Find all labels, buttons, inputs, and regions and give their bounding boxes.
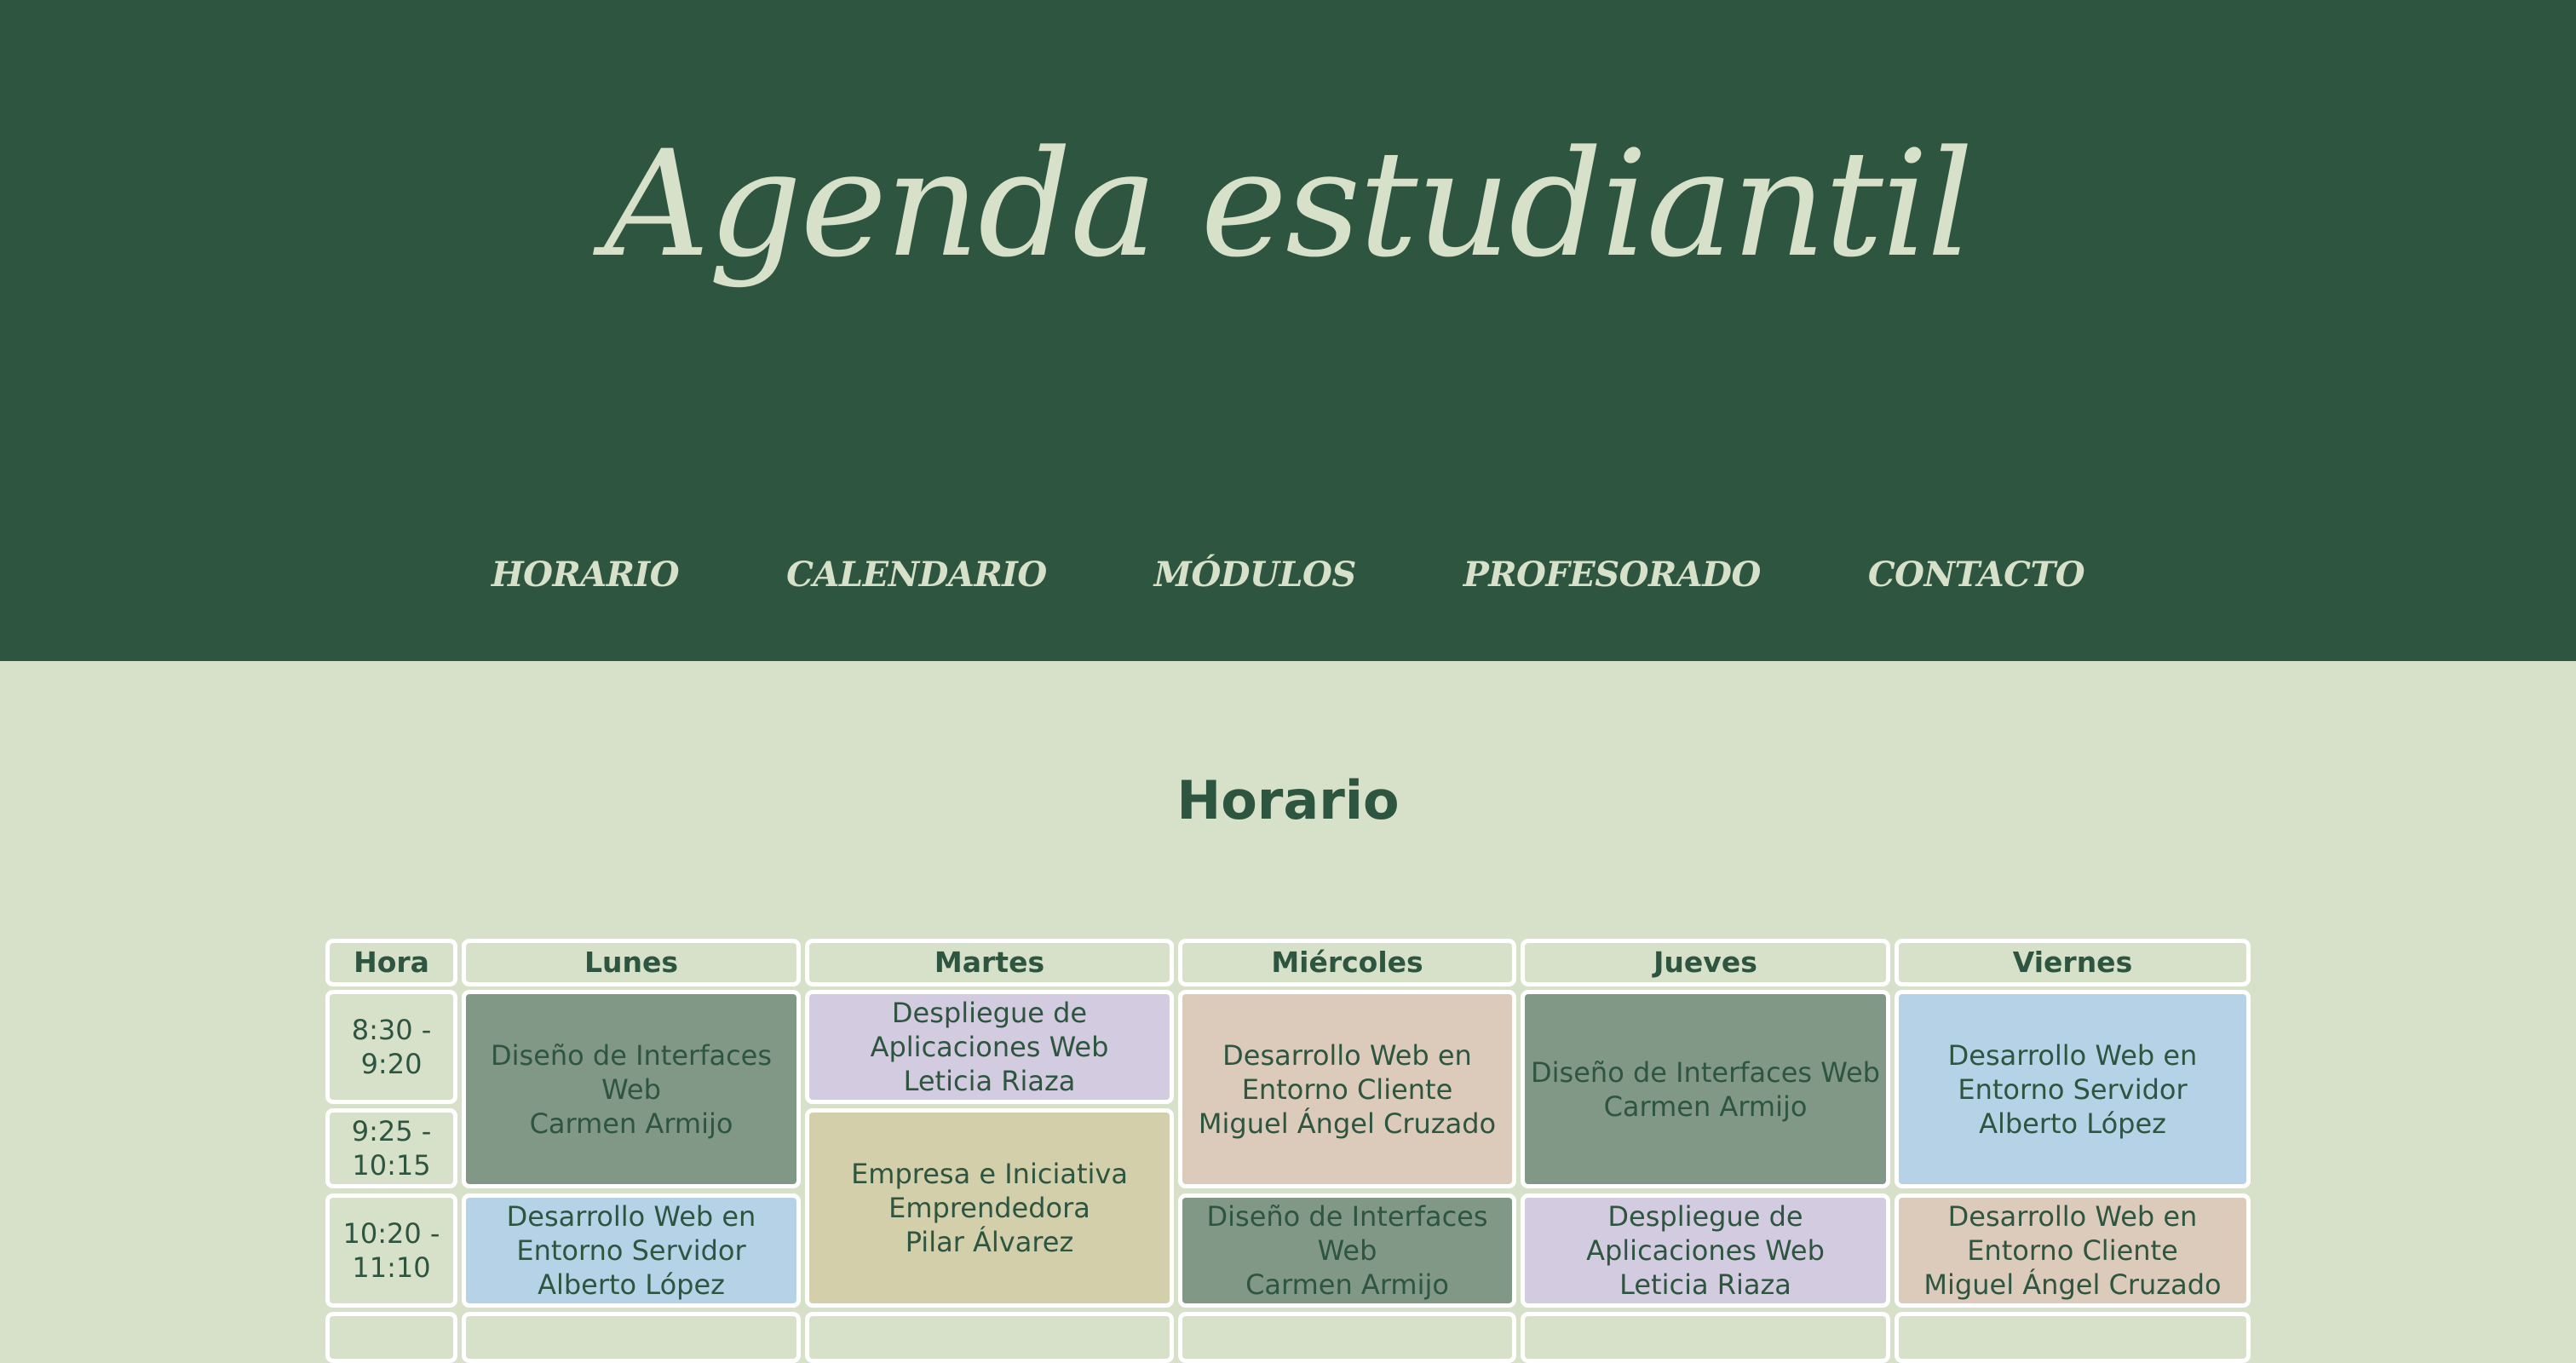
class-miercoles-3 <box>1178 1312 1516 1363</box>
nav-link-horario[interactable]: HORARIO <box>492 545 680 605</box>
header-viernes: Viernes <box>1895 939 2251 986</box>
hour-slot-3: 10:20 - 11:10 <box>325 1193 457 1308</box>
class-line: Aplicaciones Web <box>870 1031 1109 1063</box>
hour-slot-1: 8:30 - 9:20 <box>325 990 457 1104</box>
class-lunes-2[interactable]: Desarrollo Web en Entorno Servidor Alber… <box>462 1193 801 1308</box>
class-line: Desarrollo Web en <box>1222 1038 1472 1072</box>
class-teacher: Carmen Armijo <box>529 1107 733 1140</box>
class-line: Despliegue de <box>1607 1200 1803 1233</box>
hour-end: 11:10 <box>352 1251 431 1284</box>
header-miercoles: Miércoles <box>1178 939 1516 986</box>
class-viernes-1[interactable]: Desarrollo Web en Entorno Servidor Alber… <box>1895 990 2251 1188</box>
header-jueves: Jueves <box>1521 939 1890 986</box>
class-line: Diseño de Interfaces <box>1206 1200 1488 1233</box>
class-teacher: Leticia Riaza <box>1619 1268 1791 1301</box>
class-line: Aplicaciones Web <box>1586 1234 1825 1267</box>
class-line: Desarrollo Web en <box>1947 1038 2198 1072</box>
class-line: Entorno Servidor <box>1958 1073 2188 1106</box>
class-jueves-1[interactable]: Diseño de Interfaces Web Carmen Armijo <box>1521 990 1890 1188</box>
main-nav: HORARIO CALENDARIO MÓDULOS PROFESORADO C… <box>0 545 2576 605</box>
class-jueves-2[interactable]: Despliegue de Aplicaciones Web Leticia R… <box>1521 1193 1890 1308</box>
header-lunes: Lunes <box>462 939 801 986</box>
class-line: Entorno Servidor <box>516 1234 746 1267</box>
class-teacher: Alberto López <box>1979 1107 2166 1140</box>
page-title: Horario <box>1176 769 1400 831</box>
class-line: Despliegue de <box>891 997 1088 1029</box>
class-teacher: Leticia Riaza <box>903 1065 1076 1097</box>
nav-link-modulos[interactable]: MÓDULOS <box>1154 545 1357 605</box>
class-teacher: Pilar Álvarez <box>905 1226 1074 1258</box>
class-jueves-3 <box>1521 1312 1890 1363</box>
class-martes-3 <box>805 1312 1174 1363</box>
class-viernes-3 <box>1895 1312 2251 1363</box>
class-line: Entorno Cliente <box>1967 1234 2178 1267</box>
nav-link-profesorado[interactable]: PROFESORADO <box>1463 545 1762 605</box>
site-title: Agenda estudiantil <box>604 118 1974 290</box>
class-line: Emprendedora <box>888 1192 1090 1224</box>
class-teacher: Carmen Armijo <box>1245 1268 1449 1301</box>
class-martes-2[interactable]: Empresa e Iniciativa Emprendedora Pilar … <box>805 1108 1174 1308</box>
class-line: Diseño de Interfaces Web <box>1531 1055 1880 1089</box>
hour-start: 8:30 - <box>351 1014 432 1046</box>
header-martes: Martes <box>805 939 1174 986</box>
class-martes-1[interactable]: Despliegue de Aplicaciones Web Leticia R… <box>805 990 1174 1104</box>
site-header: Agenda estudiantil HORARIO CALENDARIO MÓ… <box>0 0 2576 661</box>
class-teacher: Miguel Ángel Cruzado <box>1923 1268 2222 1301</box>
class-line: Empresa e Iniciativa <box>851 1158 1128 1190</box>
class-teacher: Carmen Armijo <box>1603 1090 1808 1123</box>
hour-start: 9:25 - <box>351 1115 432 1147</box>
header-hora: Hora <box>325 939 457 986</box>
class-miercoles-2[interactable]: Diseño de Interfaces Web Carmen Armijo <box>1178 1193 1516 1308</box>
class-line: Entorno Cliente <box>1241 1073 1453 1106</box>
class-viernes-2[interactable]: Desarrollo Web en Entorno Cliente Miguel… <box>1895 1193 2251 1308</box>
nav-link-calendario[interactable]: CALENDARIO <box>786 545 1047 605</box>
class-lunes-1[interactable]: Diseño de Interfaces Web Carmen Armijo <box>462 990 801 1188</box>
hour-end: 9:20 <box>360 1048 423 1080</box>
hour-slot-4 <box>325 1312 457 1363</box>
class-teacher: Miguel Ángel Cruzado <box>1198 1107 1497 1140</box>
hour-end: 10:15 <box>352 1149 431 1182</box>
hour-slot-2: 9:25 - 10:15 <box>325 1108 457 1188</box>
class-line: Web <box>601 1073 661 1106</box>
class-line: Web <box>1317 1234 1377 1267</box>
class-miercoles-1[interactable]: Desarrollo Web en Entorno Cliente Miguel… <box>1178 990 1516 1188</box>
class-line: Desarrollo Web en <box>1947 1200 2198 1233</box>
class-line: Diseño de Interfaces <box>490 1038 773 1072</box>
class-teacher: Alberto López <box>538 1268 725 1301</box>
hour-start: 10:20 - <box>342 1217 440 1250</box>
nav-link-contacto[interactable]: CONTACTO <box>1868 545 2085 605</box>
class-line: Desarrollo Web en <box>506 1200 756 1233</box>
class-lunes-3 <box>462 1312 801 1363</box>
